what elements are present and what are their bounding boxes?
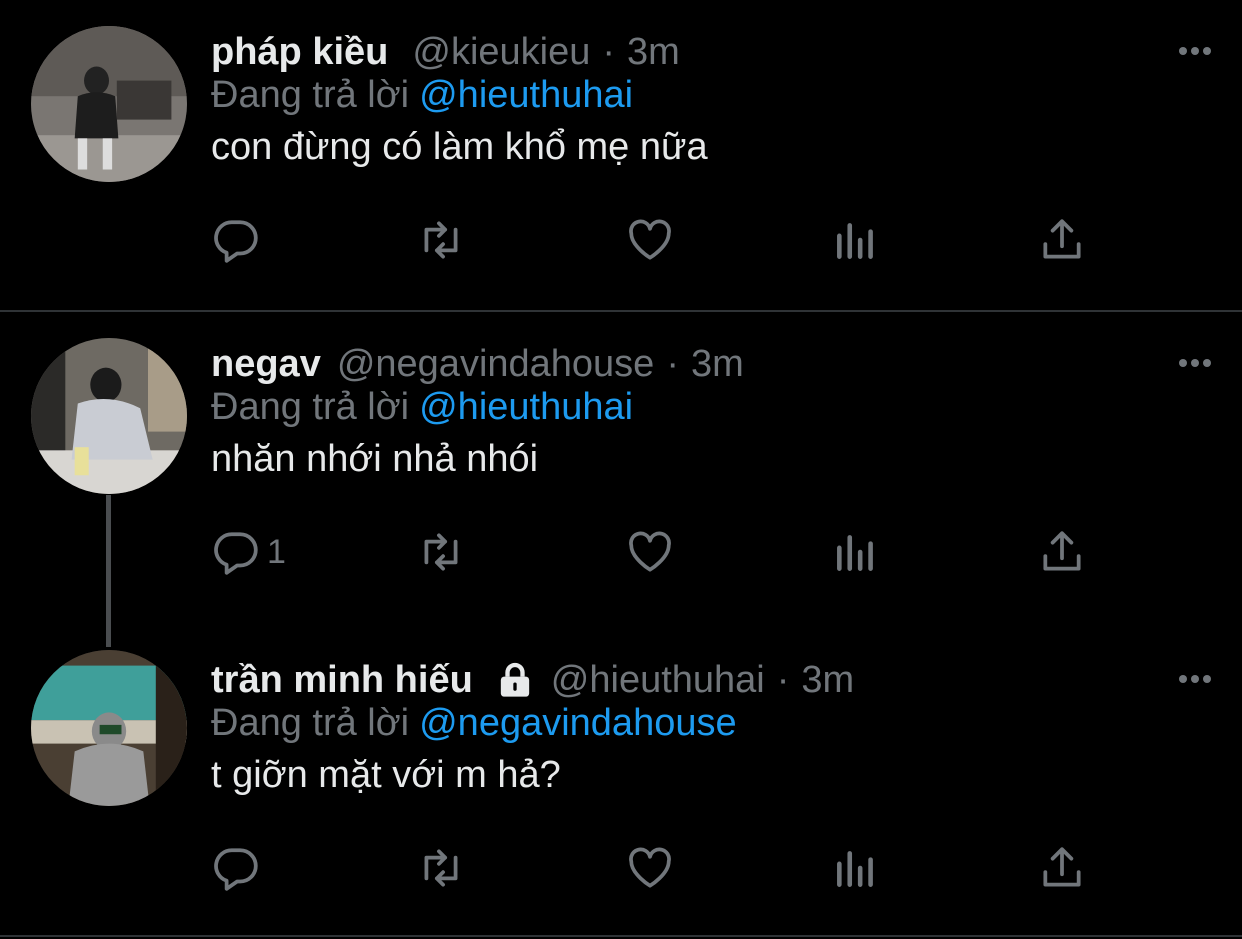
mention-link[interactable]: @negavindahouse [419,702,737,744]
reply-button[interactable] [211,210,267,270]
reply-icon [214,220,258,263]
replying-to: Đang trả lời @hieuthuhai [211,74,633,117]
like-icon [629,847,671,888]
reply-icon [214,848,258,891]
share-icon [1043,531,1081,571]
mention-link[interactable]: @hieuthuhai [419,74,633,116]
tweet-1[interactable]: pháp kiều @kieukieu · 3m Đang trả lời @hi… [0,22,1242,302]
share-icon [1043,219,1081,259]
more-icon[interactable] [1175,36,1215,66]
share-icon [1043,847,1081,887]
timestamp[interactable]: 3m [801,659,854,702]
reply-count: 1 [267,532,286,571]
action-bar: 1 [211,522,1111,582]
analytics-icon [837,851,873,887]
avatar-image [31,338,187,494]
user-handle[interactable]: @kieukieu [412,31,590,74]
retweet-icon [424,849,458,887]
replying-to: Đang trả lời @negavindahouse [211,702,737,745]
user-handle[interactable]: @negavindahouse [337,343,655,386]
separator-dot: · [666,342,679,385]
display-name[interactable]: trần minh hiếu [211,659,473,702]
more-icon[interactable] [1175,348,1215,378]
display-name[interactable]: negav [211,343,321,386]
thread-connector [106,495,111,647]
tweet-text: con đừng có làm khổ mẹ nữa [211,126,708,168]
analytics-icon [837,223,873,259]
reply-icon [214,532,258,575]
avatar-image [31,26,187,182]
retweet-icon [424,533,458,571]
like-button[interactable] [625,522,675,582]
divider [0,935,1242,937]
lock-icon [500,662,529,697]
tweet-text: t giỡn mặt với m hả? [211,754,561,796]
timestamp[interactable]: 3m [691,343,744,386]
separator-dot: · [776,658,790,701]
tweet-2[interactable]: negav @negavindahouse · 3m Đang trả lời @… [0,334,1242,634]
divider [0,310,1242,312]
display-name[interactable]: pháp kiều [211,31,388,74]
retweet-icon [424,221,458,259]
like-button[interactable] [625,210,675,270]
user-handle[interactable]: @hieuthuhai [551,659,765,702]
avatar[interactable] [31,26,187,182]
analytics-button[interactable] [831,838,881,898]
analytics-button[interactable] [831,210,881,270]
more-icon[interactable] [1175,664,1215,694]
avatar-image [31,650,187,806]
timestamp[interactable]: 3m [627,31,680,74]
action-bar [211,838,1111,898]
analytics-icon [837,535,873,571]
avatar[interactable] [31,650,187,806]
retweet-button[interactable] [416,838,466,898]
separator-dot: · [602,30,616,73]
share-button[interactable] [1037,838,1087,898]
replying-label: Đang trả lời [211,386,410,428]
action-bar [211,210,1111,270]
reply-button[interactable] [211,838,267,898]
replying-label: Đang trả lời [211,702,410,744]
mention-link[interactable]: @hieuthuhai [419,386,633,428]
like-icon [629,219,671,260]
share-button[interactable] [1037,522,1087,582]
replying-to: Đang trả lời @hieuthuhai [211,386,633,429]
tweet-3[interactable]: trần minh hiếu @hieuthuhai · 3m Đang trả… [0,650,1242,939]
tweet-text: nhăn nhới nhả nhói [211,438,539,480]
like-icon [629,531,671,572]
like-button[interactable] [625,838,675,898]
share-button[interactable] [1037,210,1087,270]
replying-label: Đang trả lời [211,74,410,116]
retweet-button[interactable] [416,522,466,582]
reply-button[interactable]: 1 [211,522,286,582]
analytics-button[interactable] [831,522,881,582]
avatar[interactable] [31,338,187,494]
retweet-button[interactable] [416,210,466,270]
